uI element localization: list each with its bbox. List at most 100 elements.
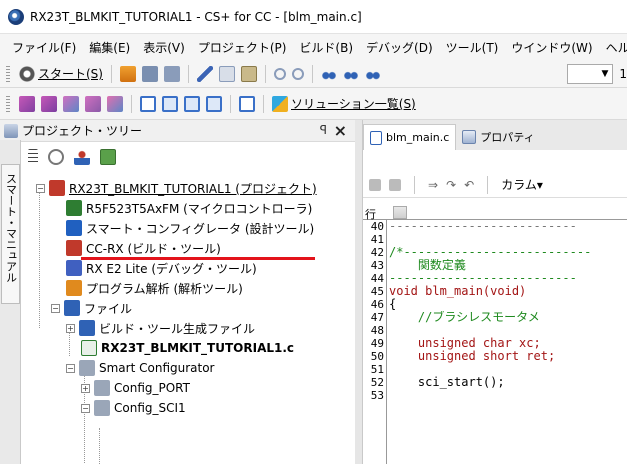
menu-tools[interactable]: ツール(T) <box>446 39 499 56</box>
refresh-icon[interactable] <box>100 149 116 165</box>
window-layout-button[interactable] <box>137 94 159 114</box>
find-button[interactable] <box>318 64 340 84</box>
solution-list-label-text: ソリューション一覧(S) <box>291 97 416 111</box>
window-restore-button[interactable] <box>236 94 258 114</box>
project-tree-panel: プロジェクト・ツリー ꟼ × スマート・マニュアル − RX23T_BLMKIT… <box>0 120 355 464</box>
debug-rebuild-button[interactable] <box>104 94 126 114</box>
redo-icon[interactable]: ↷ <box>446 178 456 192</box>
tree-item-smart-configurator[interactable]: スマート・コンフィグレータ (設計ツール) <box>66 218 314 238</box>
menu-project[interactable]: プロジェクト(P) <box>198 39 287 56</box>
menu-debug[interactable]: デバッグ(D) <box>366 39 433 56</box>
project-tree-header: プロジェクト・ツリー ꟼ × <box>0 120 355 142</box>
tree-item-generated-files[interactable]: + ビルド・ツール生成ファイル <box>66 318 255 338</box>
window-title: RX23T_BLMKIT_TUTORIAL1 - CS+ for CC - [b… <box>30 9 362 24</box>
tab-properties[interactable]: プロパティ <box>456 124 540 150</box>
tree-item-analysis-tool[interactable]: プログラム解析 (解析ツール) <box>66 278 243 298</box>
debug-step-button[interactable] <box>16 94 38 114</box>
download-button[interactable] <box>117 64 139 84</box>
c-file-icon <box>370 130 382 145</box>
tree-item-label: CC-RX (ビルド・ツール) <box>86 241 221 256</box>
tree-item-build-tool[interactable]: CC-RX (ビルド・ツール) <box>66 238 221 258</box>
toolbar-combo-value: 1 <box>619 66 627 81</box>
folder-icon <box>64 300 80 316</box>
smart-manual-tab[interactable]: スマート・マニュアル <box>1 164 20 304</box>
tree-item-files[interactable]: − ファイル <box>51 298 132 318</box>
solution-list-button[interactable]: ソリューション一覧(S) <box>269 94 419 114</box>
debug-disconnect-button[interactable] <box>82 94 104 114</box>
tree-item-debug-tool[interactable]: RX E2 Lite (デバッグ・ツール) <box>66 258 257 278</box>
clock-icon[interactable] <box>48 149 64 165</box>
save-all-button[interactable] <box>161 64 183 84</box>
sort-icon[interactable] <box>28 149 38 165</box>
tab-label: blm_main.c <box>386 131 450 144</box>
close-icon[interactable]: × <box>334 121 347 140</box>
code-area[interactable]: -------------------------- /*-----------… <box>389 220 627 402</box>
window-tile-icon <box>162 95 178 112</box>
hand-icon[interactable] <box>393 206 407 219</box>
panel-splitter[interactable] <box>355 120 362 464</box>
menu-build[interactable]: ビルド(B) <box>299 39 353 56</box>
undo-icon[interactable]: ↶ <box>464 178 474 192</box>
toolbar-combo-dropdown[interactable]: ▼ <box>567 63 614 84</box>
tree-item-project[interactable]: − RX23T_BLMKIT_TUTORIAL1 (プロジェクト) <box>36 178 317 198</box>
line-number: 44 <box>370 272 384 285</box>
pin-icon[interactable]: ꟼ <box>320 123 327 137</box>
line-number: 42 <box>370 246 384 259</box>
collapse-icon[interactable]: − <box>51 303 60 313</box>
save-button[interactable] <box>139 64 161 84</box>
tree-item-microcontroller[interactable]: R5F523T5AxFM (マイクロコントローラ) <box>66 198 312 218</box>
users-icon[interactable] <box>74 149 90 165</box>
column-dropdown[interactable]: カラム▾ <box>501 176 543 193</box>
debug-download-button[interactable] <box>60 94 82 114</box>
cut-button[interactable] <box>194 64 216 84</box>
line-number: 52 <box>370 376 384 389</box>
debug-step-icon <box>19 95 35 112</box>
editor-panel: blm_main.c プロパティ ⇒ ↷ ↶ カラム▾ 行 40 41 42 4… <box>362 120 627 464</box>
tab-blm-main-c[interactable]: blm_main.c <box>363 124 457 150</box>
analysis-tool-icon <box>66 280 82 296</box>
tree-item-config-sci1[interactable]: − Config_SCI1 <box>81 398 186 418</box>
tree-item-smart-configurator-folder[interactable]: − Smart Configurator <box>66 358 215 378</box>
main-toolbar: スタート(S) ▼ 1 <box>0 60 627 88</box>
menu-help[interactable]: ヘルプ(H <box>606 39 627 56</box>
line-number: 45 <box>370 285 384 298</box>
copy-button[interactable] <box>216 64 238 84</box>
menu-view[interactable]: 表示(V) <box>143 39 185 56</box>
expand-icon[interactable]: + <box>81 383 90 393</box>
arrow-right-icon[interactable]: ⇒ <box>428 178 438 192</box>
code-line: //ブラシレスモータメ <box>389 311 540 324</box>
menu-file[interactable]: ファイル(F) <box>12 39 76 56</box>
tree-item-main-c-file[interactable]: RX23T_BLMKIT_TUTORIAL1.c <box>81 338 294 358</box>
window-cascade-button[interactable] <box>181 94 203 114</box>
toolbar-grip[interactable] <box>6 65 10 82</box>
find-prev-button[interactable] <box>362 64 384 84</box>
undo-button[interactable] <box>271 64 289 84</box>
collapse-icon[interactable]: − <box>36 183 45 193</box>
redo-button[interactable] <box>289 64 307 84</box>
window-arrange-button[interactable] <box>203 94 225 114</box>
collapse-icon[interactable]: − <box>66 363 75 373</box>
tree-item-config-port[interactable]: + Config_PORT <box>81 378 190 398</box>
menu-edit[interactable]: 編集(E) <box>89 39 130 56</box>
bookmark-icon[interactable] <box>369 178 381 191</box>
folder-icon <box>79 360 95 376</box>
toolbar-grip[interactable] <box>6 95 10 112</box>
binoculars-down-icon <box>342 65 359 82</box>
window-arrange-icon <box>206 95 222 112</box>
collapse-icon[interactable]: − <box>81 403 90 413</box>
paste-icon <box>240 65 257 82</box>
start-button[interactable]: スタート(S) <box>16 64 106 84</box>
menu-window[interactable]: ウインドウ(W) <box>511 39 592 56</box>
find-next-button[interactable] <box>340 64 362 84</box>
paste-button[interactable] <box>238 64 260 84</box>
debug-connect-button[interactable] <box>38 94 60 114</box>
code-line: { <box>389 298 397 311</box>
window-icon <box>140 95 156 112</box>
tree-item-label: プログラム解析 (解析ツール) <box>86 281 243 296</box>
bookmark-next-icon[interactable] <box>389 178 401 191</box>
line-number: 41 <box>370 233 384 246</box>
line-number: 43 <box>370 259 384 272</box>
expand-icon[interactable]: + <box>66 323 75 333</box>
window-tile-button[interactable] <box>159 94 181 114</box>
